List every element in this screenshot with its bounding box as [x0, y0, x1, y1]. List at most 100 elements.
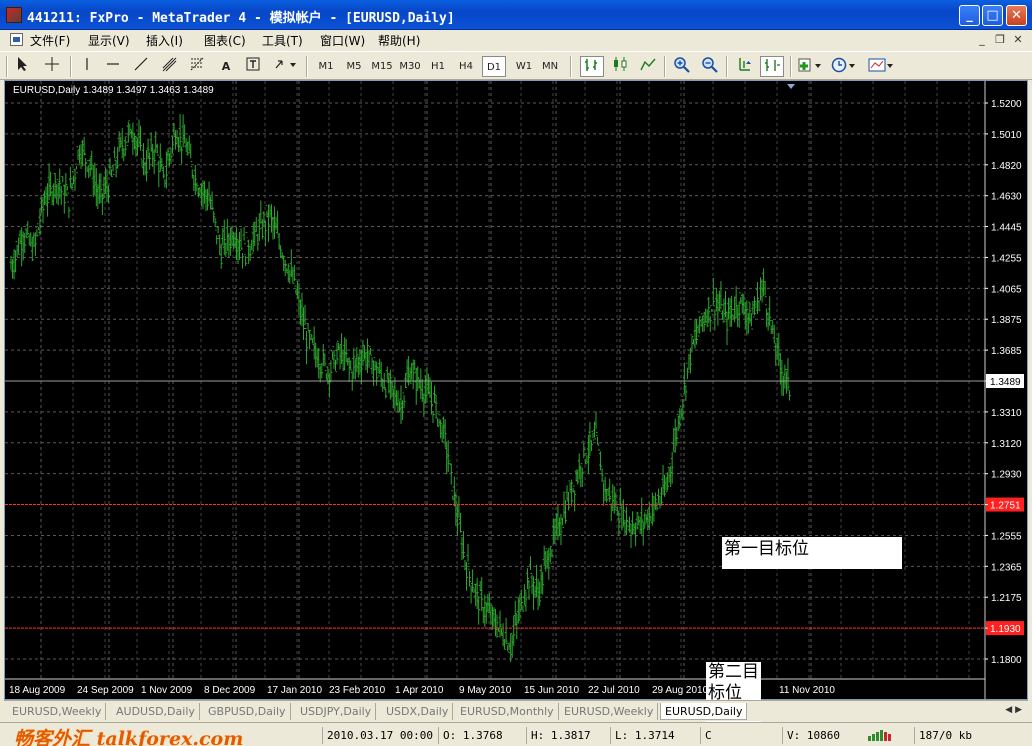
text-label-icon[interactable] [244, 56, 262, 77]
tab-usdx-daily[interactable]: USDX,Daily [382, 703, 454, 720]
period-m1-button[interactable]: M1 [314, 56, 338, 77]
first-target-level-label: 1.2751 [990, 501, 1021, 512]
chart-grid [5, 81, 985, 679]
app-icon[interactable] [6, 7, 22, 23]
ohlc-bar [244, 254, 248, 266]
menu-insert[interactable]: 插入(I) [146, 32, 183, 49]
toolbar-grip[interactable] [6, 56, 8, 77]
text-icon[interactable]: A [218, 56, 234, 77]
ohlc-bar [61, 176, 65, 186]
mdi-restore-button[interactable]: ❐ [993, 33, 1007, 46]
time-tick-label: 24 Sep 2009 [77, 685, 134, 696]
chart-window[interactable]: 1.3489 1.2751 1.1930 1.5200 1.5010 1.4820 1.4… [4, 80, 1028, 700]
title-bar[interactable]: 441211: FxPro - MetaTrader 4 - 模拟帐户 - [E… [0, 0, 1032, 30]
time-tick-label: 8 Dec 2009 [204, 685, 256, 696]
ohlc-bar [596, 434, 600, 445]
ohlc-bar [449, 463, 453, 485]
price-tick-label: 1.3310 [991, 408, 1022, 419]
ohlc-bar [305, 331, 309, 365]
tab-usdjpy-daily[interactable]: USDJPY,Daily [296, 703, 377, 720]
first-target-annotation: 第一目标位 [722, 537, 902, 569]
chart-shift-icon[interactable] [760, 56, 784, 77]
toolbar-separator [790, 56, 792, 77]
price-chart[interactable]: 1.3489 1.2751 1.1930 1.5200 1.5010 1.4820 1.4… [5, 81, 1027, 699]
chart-window-icon[interactable] [10, 33, 23, 46]
menu-tools[interactable]: 工具(T) [262, 32, 303, 49]
templates-dropdown-icon[interactable] [866, 56, 896, 77]
price-tick-label: 1.5010 [991, 130, 1022, 141]
period-m15-button[interactable]: M15 [370, 56, 394, 77]
time-tick-label: 1 Apr 2010 [395, 685, 444, 696]
candlestick-chart-icon[interactable] [608, 56, 632, 77]
crosshair-icon[interactable] [42, 56, 62, 77]
menu-view[interactable]: 显示(V) [88, 32, 130, 49]
indicators-dropdown-icon[interactable] [796, 56, 824, 77]
price-tick-label: 1.4820 [991, 161, 1022, 172]
ohlc-bar [468, 568, 472, 587]
time-tick-label: 17 Jan 2010 [267, 685, 322, 696]
toolbar-separator [70, 56, 72, 77]
period-m30-button[interactable]: M30 [398, 56, 422, 77]
tab-eurusd-daily[interactable]: EURUSD,Daily [660, 703, 748, 720]
autoscroll-icon[interactable] [734, 56, 756, 77]
menu-help[interactable]: 帮助(H) [378, 32, 420, 49]
tab-eurusd-weekly-2[interactable]: EURUSD,Weekly [560, 703, 659, 720]
trend-line-icon[interactable] [132, 56, 150, 77]
price-tick-label: 1.3685 [991, 346, 1022, 357]
tab-eurusd-monthly[interactable]: EURUSD,Monthly [456, 703, 559, 720]
close-button[interactable]: ✕ [1006, 5, 1027, 26]
tab-gbpusd-daily[interactable]: GBPUSD,Daily [204, 703, 291, 720]
time-axis: 18 Aug 2009 24 Sep 2009 1 Nov 2009 8 Dec 20… [5, 678, 985, 696]
status-datetime: 2010.03.17 00:00 [322, 727, 434, 744]
price-tick-label: 1.4255 [991, 253, 1022, 264]
time-tick-label: 22 Jul 2010 [588, 685, 640, 696]
toolbar: A M1 M5 M15 M30 H1 H4 D1 W1 MN [0, 51, 1032, 80]
equidistant-channel-icon[interactable] [160, 56, 180, 77]
mdi-close-button[interactable]: ✕ [1011, 33, 1025, 46]
status-bar: 畅客外汇 talkforex.com 2010.03.17 00:00 O: 1… [0, 722, 1032, 746]
menu-file[interactable]: 文件(F) [30, 32, 70, 49]
tab-audusd-daily[interactable]: AUDUSD,Daily [112, 703, 200, 720]
menu-charts[interactable]: 图表(C) [204, 32, 246, 49]
period-mn-button[interactable]: MN [538, 56, 562, 77]
tab-eurusd-weekly[interactable]: EURUSD,Weekly [8, 703, 107, 720]
tab-scroll-arrows[interactable]: ◀ ▶ [1005, 705, 1022, 715]
period-h4-button[interactable]: H4 [454, 56, 478, 77]
second-target-level-label: 1.1930 [990, 624, 1021, 635]
line-chart-icon[interactable] [636, 56, 660, 77]
price-axis: 1.5200 1.5010 1.4820 1.4630 1.4445 1.4255 1.40… [984, 81, 1022, 699]
chart-shift-marker[interactable] [787, 84, 795, 89]
status-traffic: 187/0 kb [914, 727, 1026, 744]
bar-chart-icon[interactable] [580, 56, 604, 77]
price-tick-label: 1.4065 [991, 284, 1022, 295]
ohlc-bar [241, 247, 245, 269]
menu-window[interactable]: 窗口(W) [320, 32, 365, 49]
fibonacci-icon[interactable] [188, 56, 208, 77]
time-tick-label: 1 Nov 2009 [141, 685, 193, 696]
periods-clock-dropdown-icon[interactable] [830, 56, 858, 77]
zoom-out-icon[interactable] [698, 56, 722, 77]
period-m5-button[interactable]: M5 [342, 56, 366, 77]
price-tick-label: 1.2365 [991, 562, 1022, 573]
mdi-minimize-button[interactable]: _ [975, 33, 989, 46]
period-d1-button[interactable]: D1 [482, 56, 506, 77]
status-volume: V: 10860 [782, 727, 862, 744]
menu-bar: 文件(F) 显示(V) 插入(I) 图表(C) 工具(T) 窗口(W) 帮助(H… [0, 30, 1032, 50]
time-tick-label: 23 Feb 2010 [329, 685, 386, 696]
cursor-icon[interactable] [14, 56, 32, 77]
maximize-button[interactable]: □ [982, 5, 1003, 26]
ohlc-bar [84, 154, 88, 178]
connection-status-icon[interactable] [868, 730, 894, 741]
horizontal-line-icon[interactable] [104, 56, 122, 77]
period-w1-button[interactable]: W1 [512, 56, 536, 77]
arrows-dropdown-icon[interactable] [272, 56, 298, 77]
period-h1-button[interactable]: H1 [426, 56, 450, 77]
zoom-in-icon[interactable] [670, 56, 694, 77]
minimize-button[interactable]: _ [959, 5, 980, 26]
status-open: O: 1.3768 [438, 727, 526, 744]
vertical-line-icon[interactable] [78, 56, 96, 77]
price-tick-label: 1.2930 [991, 470, 1022, 481]
toolbar-separator [664, 56, 666, 77]
ohlc-bar [67, 201, 71, 219]
ohlc-bar [528, 556, 532, 574]
